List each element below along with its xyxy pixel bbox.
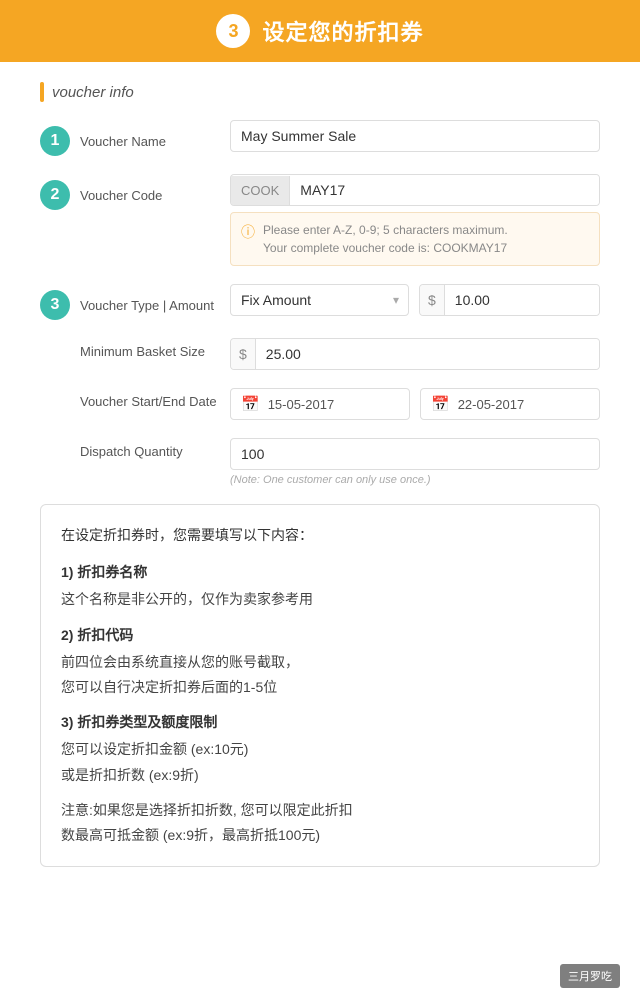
- basket-input-wrapper: $: [230, 338, 600, 370]
- voucher-name-input-col: [230, 120, 600, 152]
- voucher-name-row: 1 Voucher Name: [40, 120, 600, 156]
- voucher-code-label-col: 2 Voucher Code: [40, 174, 230, 210]
- date-row: 📅 15-05-2017 📅 22-05-2017: [230, 388, 600, 420]
- amount-input[interactable]: [445, 285, 600, 315]
- step-circle-1: 1: [40, 126, 70, 156]
- voucher-code-prefix: COOK: [231, 176, 290, 205]
- voucher-type-label: Voucher Type | Amount: [80, 298, 214, 313]
- voucher-dates-input-col: 📅 15-05-2017 📅 22-05-2017: [230, 388, 600, 420]
- voucher-type-row: 3 Voucher Type | Amount Fix Amount Perce…: [40, 284, 600, 320]
- voucher-code-label: Voucher Code: [80, 188, 162, 203]
- chinese-section-body-2: 前四位会由系统直接从您的账号截取，您可以自行决定折扣券后面的1-5位: [61, 650, 579, 700]
- chinese-info-box: 在设定折扣券时，您需要填写以下内容： 1) 折扣券名称 这个名称是非公开的，仅作…: [40, 504, 600, 867]
- basket-prefix: $: [231, 339, 256, 369]
- dispatch-quantity-label: Dispatch Quantity: [40, 438, 230, 459]
- dispatch-quantity-input-col: (Note: One customer can only use once.): [230, 438, 600, 486]
- amount-prefix: $: [420, 285, 445, 315]
- chinese-section-body-3: 您可以设定折扣金额 (ex:10元)或是折扣折数 (ex:9折): [61, 737, 579, 787]
- voucher-type-input-col: Fix Amount Percentage ▾ $: [230, 284, 600, 316]
- type-amount-row: Fix Amount Percentage ▾ $: [230, 284, 600, 316]
- dispatch-quantity-input[interactable]: [230, 438, 600, 470]
- chinese-section-title-1: 1) 折扣券名称: [61, 560, 579, 585]
- step-circle-3: 3: [40, 290, 70, 320]
- min-basket-input[interactable]: [256, 339, 599, 369]
- section-header-bar: [40, 82, 44, 102]
- step-circle-2: 2: [40, 180, 70, 210]
- amount-input-wrapper: $: [419, 284, 600, 316]
- chinese-note: 注意:如果您是选择折扣折数, 您可以限定此折扣数最高可抵金额 (ex:9折，最高…: [61, 798, 579, 848]
- end-date-input[interactable]: 📅 22-05-2017: [420, 388, 600, 420]
- voucher-type-select[interactable]: Fix Amount Percentage: [230, 284, 409, 316]
- voucher-name-label-col: 1 Voucher Name: [40, 120, 230, 156]
- voucher-code-info-text: Please enter A-Z, 0-9; 5 characters maxi…: [263, 221, 508, 257]
- chinese-section-title-3: 3) 折扣券类型及额度限制: [61, 710, 579, 735]
- voucher-code-row: 2 Voucher Code COOK ⓘ Please enter A-Z, …: [40, 174, 600, 266]
- calendar-icon-start: 📅: [241, 395, 260, 413]
- section-header: voucher info: [40, 82, 600, 102]
- voucher-type-label-col: 3 Voucher Type | Amount: [40, 284, 230, 320]
- chinese-intro: 在设定折扣券时，您需要填写以下内容：: [61, 523, 579, 548]
- type-select-wrapper: Fix Amount Percentage ▾: [230, 284, 409, 316]
- info-icon: ⓘ: [241, 222, 255, 242]
- min-basket-input-col: $: [230, 338, 600, 370]
- voucher-code-input[interactable]: [290, 175, 599, 205]
- min-basket-label: Minimum Basket Size: [40, 338, 230, 359]
- header-step-circle: 3: [216, 14, 250, 48]
- chinese-section-body-1: 这个名称是非公开的，仅作为卖家参考用: [61, 587, 579, 612]
- voucher-name-label: Voucher Name: [80, 134, 166, 149]
- start-date-value: 15-05-2017: [268, 397, 335, 412]
- voucher-dates-row: Voucher Start/End Date 📅 15-05-2017 📅 22…: [40, 388, 600, 420]
- voucher-name-input[interactable]: [230, 120, 600, 152]
- voucher-code-input-col: COOK ⓘ Please enter A-Z, 0-9; 5 characte…: [230, 174, 600, 266]
- dispatch-quantity-row: Dispatch Quantity (Note: One customer ca…: [40, 438, 600, 486]
- main-content: voucher info 1 Voucher Name 2 Voucher Co…: [0, 62, 640, 907]
- page-container: 3 设定您的折扣券 voucher info 1 Voucher Name: [0, 0, 640, 1008]
- end-date-value: 22-05-2017: [458, 397, 525, 412]
- calendar-icon-end: 📅: [431, 395, 450, 413]
- page-header: 3 设定您的折扣券: [0, 0, 640, 62]
- min-basket-row: Minimum Basket Size $: [40, 338, 600, 370]
- start-date-input[interactable]: 📅 15-05-2017: [230, 388, 410, 420]
- voucher-dates-label: Voucher Start/End Date: [40, 388, 230, 409]
- header-title: 设定您的折扣券: [262, 15, 423, 47]
- quantity-note: (Note: One customer can only use once.): [230, 474, 600, 486]
- section-header-label: voucher info: [52, 84, 134, 101]
- voucher-code-wrapper: COOK: [230, 174, 600, 206]
- voucher-code-info-box: ⓘ Please enter A-Z, 0-9; 5 characters ma…: [230, 212, 600, 266]
- watermark: 三月罗吃: [560, 964, 620, 988]
- chinese-section-title-2: 2) 折扣代码: [61, 623, 579, 648]
